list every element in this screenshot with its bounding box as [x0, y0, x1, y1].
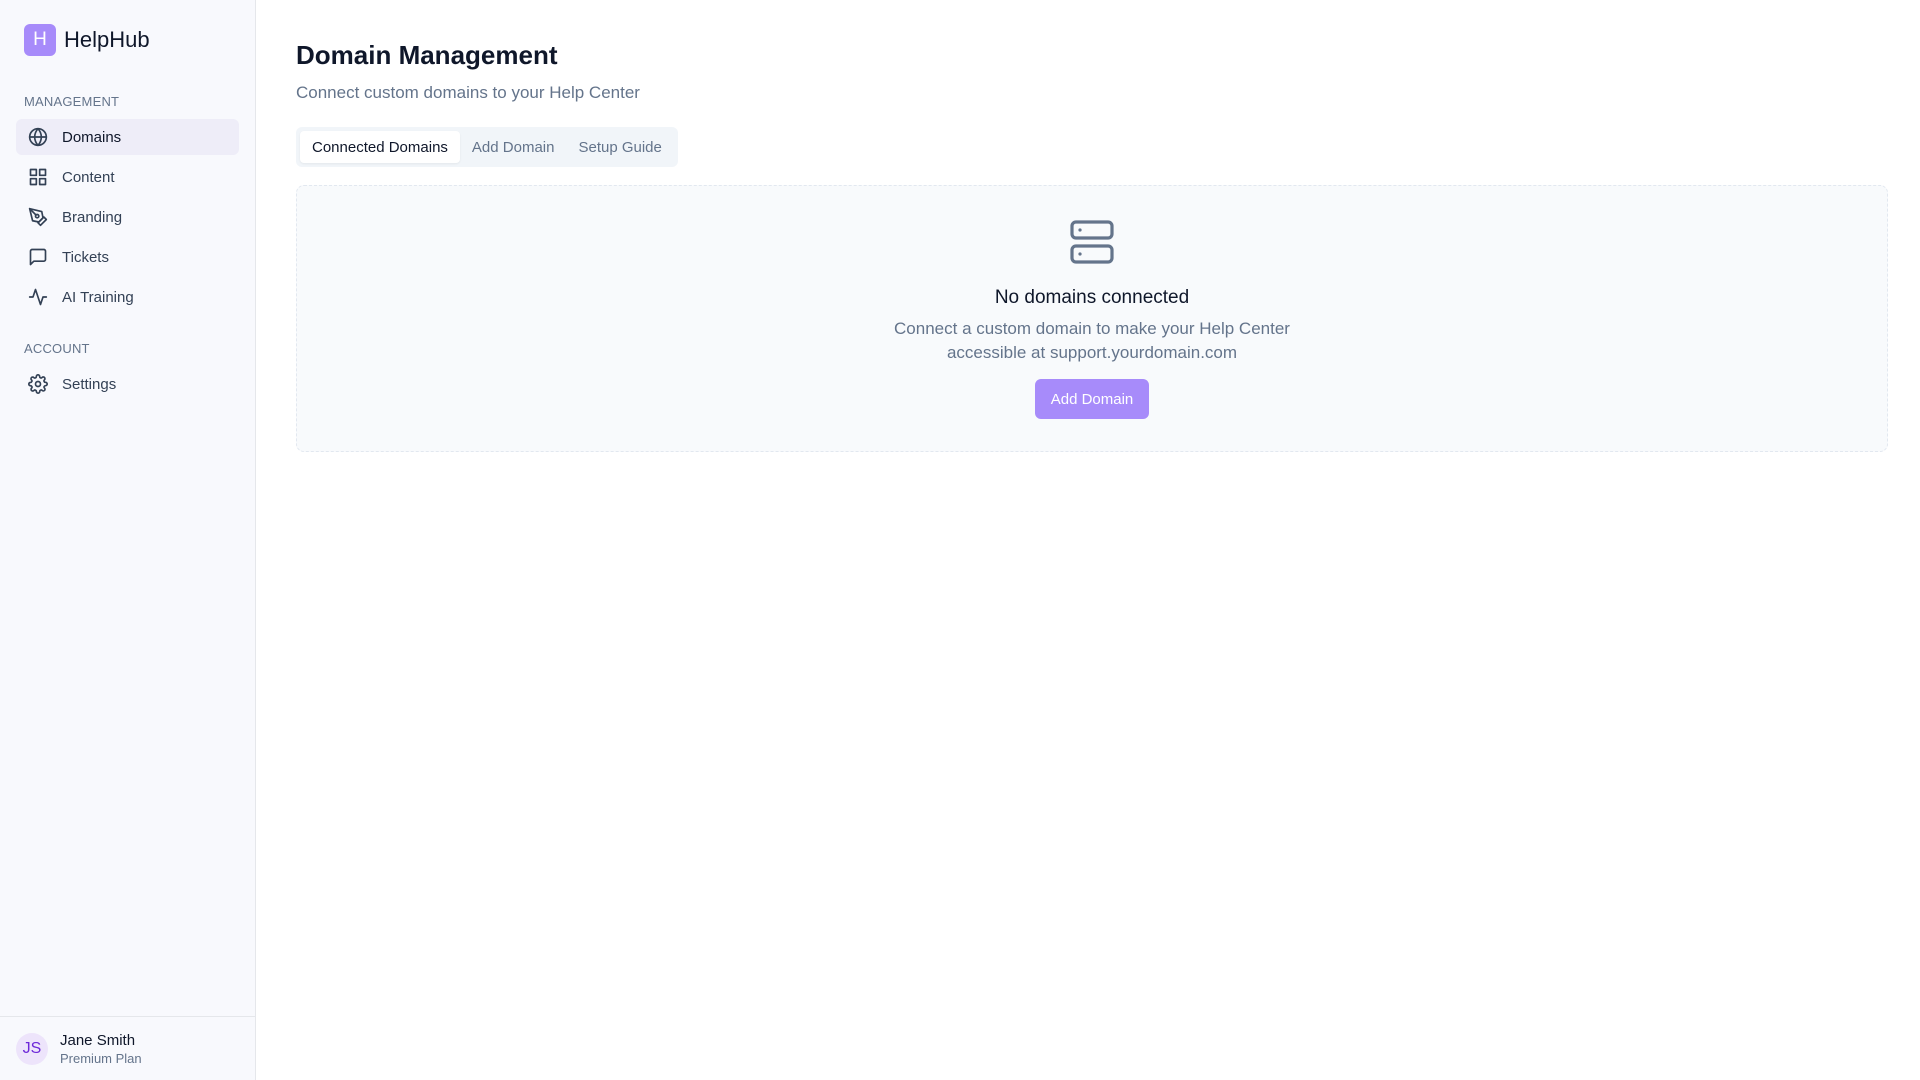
message-square-icon [29, 248, 47, 266]
brand-logo: H [24, 24, 56, 56]
tab-connected-domains[interactable]: Connected Domains [300, 131, 460, 163]
section-label-management: MANAGEMENT [24, 94, 120, 109]
user-info: Jane Smith Premium Plan [60, 1032, 142, 1066]
management-nav: Domains Content Branding Tickets AI Trai… [0, 119, 255, 315]
activity-icon [28, 288, 48, 306]
user-profile[interactable]: JS Jane Smith Premium Plan [0, 1016, 255, 1080]
sidebar-item-label: AI Training [62, 288, 134, 306]
app-root: H HelpHub MANAGEMENT Domains Content Bra… [0, 0, 1920, 1080]
globe-icon [28, 127, 48, 147]
empty-state: No domains connected Connect a custom do… [296, 185, 1888, 452]
sidebar-item-settings[interactable]: Settings [16, 366, 239, 402]
sidebar-item-label: Tickets [62, 248, 109, 266]
sidebar-item-content[interactable]: Content [16, 159, 239, 195]
empty-state-title: No domains connected [994, 287, 1190, 308]
tab-add-domain[interactable]: Add Domain [460, 131, 567, 163]
user-name: Jane Smith [60, 1031, 136, 1049]
brand[interactable]: H HelpHub [0, 0, 255, 80]
grid-icon [29, 168, 47, 186]
page-title: Domain Management [296, 40, 558, 70]
sidebar-item-label: Content [62, 168, 115, 186]
account-nav: Settings [0, 366, 255, 402]
sidebar-item-label: Settings [62, 375, 117, 393]
sidebar: H HelpHub MANAGEMENT Domains Content Bra… [0, 0, 256, 1080]
empty-state-description: Connect a custom domain to make your Hel… [894, 319, 1290, 362]
server-icon [1070, 220, 1114, 264]
sidebar-item-ai-training[interactable]: AI Training [16, 279, 239, 315]
add-domain-button[interactable]: Add Domain [1034, 379, 1150, 419]
main-content: Domain Management Connect custom domains… [256, 0, 1920, 1080]
avatar: JS [16, 1032, 48, 1065]
gear-icon [28, 374, 48, 394]
page-subtitle: Connect custom domains to your Help Cent… [296, 83, 640, 102]
empty-state-icon-wrapper [1068, 218, 1116, 271]
sidebar-item-branding[interactable]: Branding [16, 199, 239, 235]
sidebar-item-tickets[interactable]: Tickets [16, 239, 239, 275]
pen-tool-icon [28, 207, 48, 227]
brand-name: HelpHub [64, 27, 150, 52]
sidebar-item-label: Domains [62, 128, 122, 146]
sidebar-item-label: Branding [62, 208, 123, 226]
user-plan: Premium Plan [60, 1050, 142, 1066]
tab-list: Connected Domains Add Domain Setup Guide [296, 127, 678, 167]
section-label-account: ACCOUNT [24, 341, 90, 356]
tab-setup-guide[interactable]: Setup Guide [566, 131, 673, 163]
sidebar-item-domains[interactable]: Domains [16, 119, 239, 155]
